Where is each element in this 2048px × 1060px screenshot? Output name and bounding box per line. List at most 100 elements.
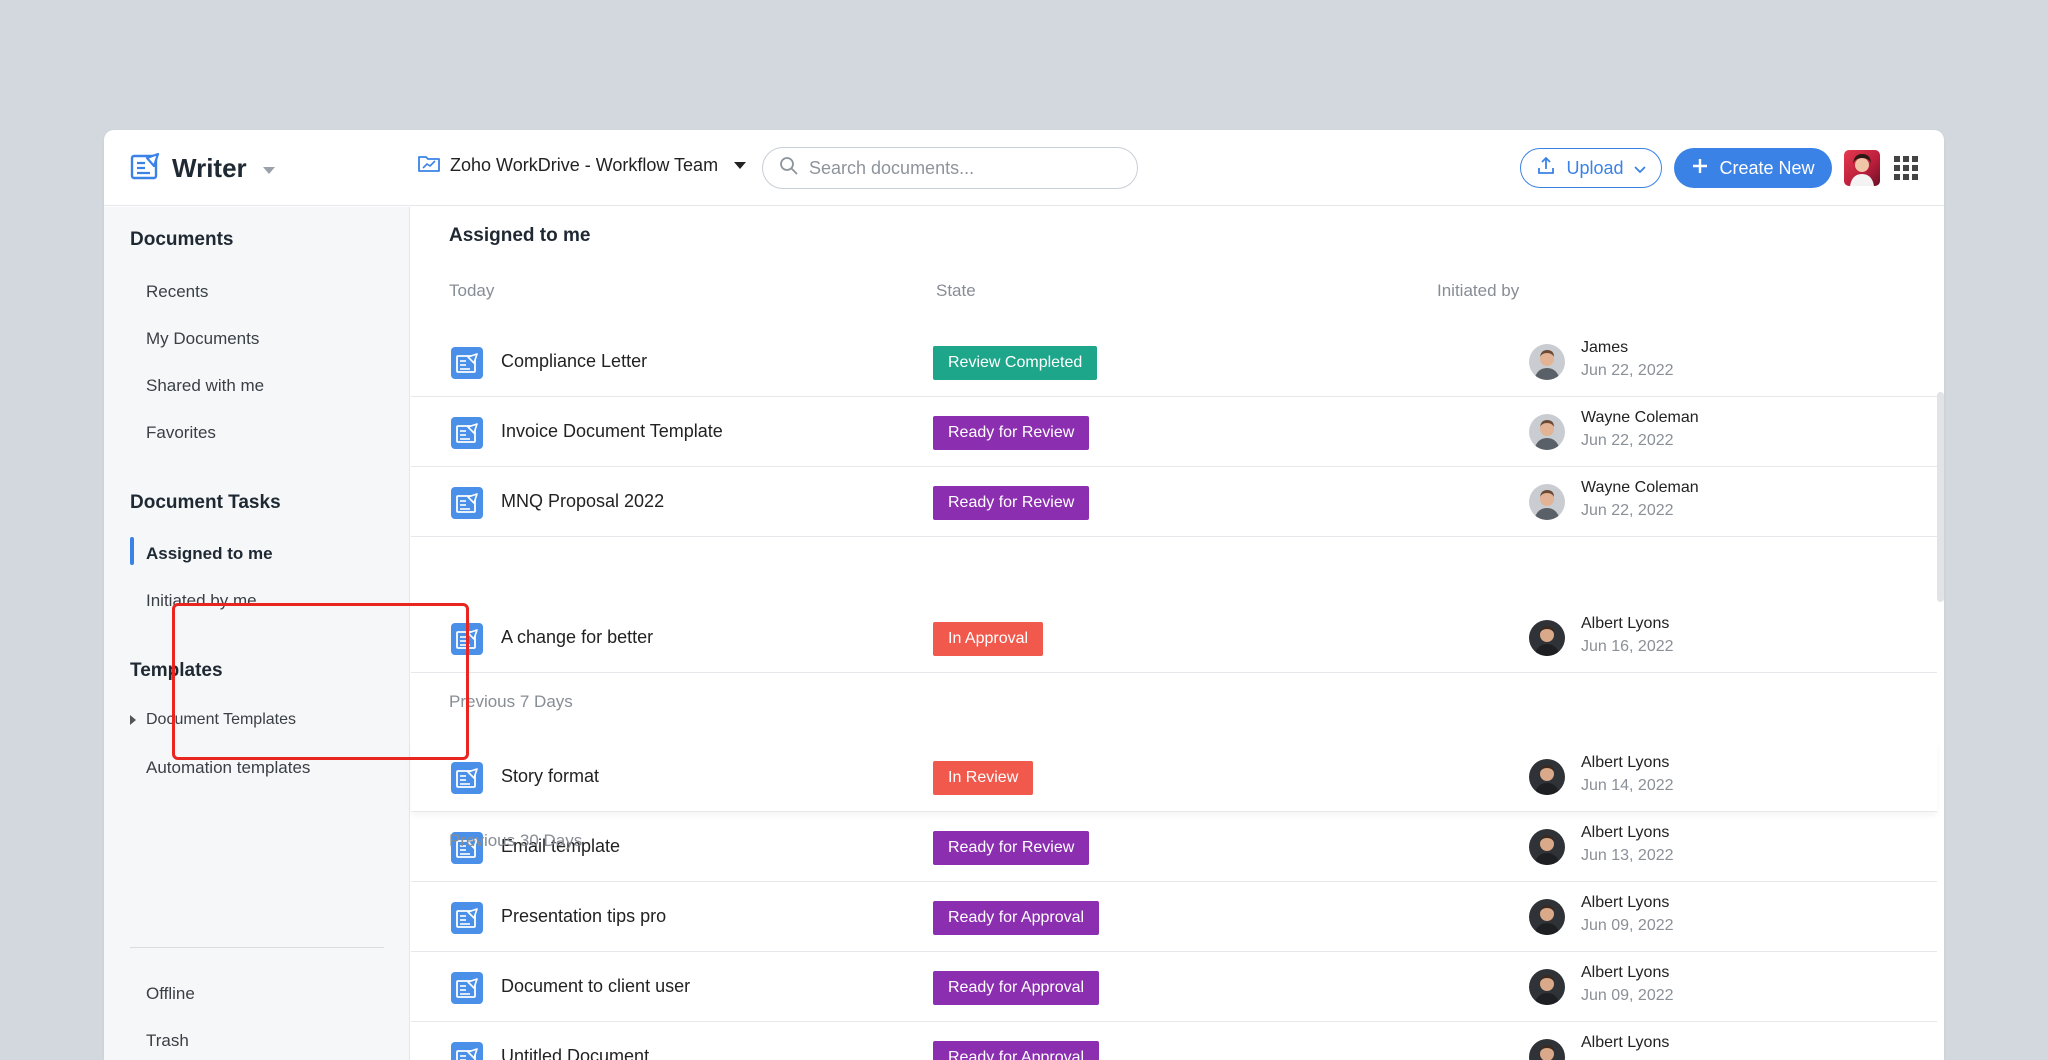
app-name: Writer bbox=[172, 153, 247, 183]
initiator-name: James bbox=[1581, 339, 1629, 356]
sidebar-item-label: Document Templates bbox=[146, 711, 296, 728]
document-name[interactable]: Compliance Letter bbox=[501, 351, 647, 372]
sidebar-item-shared-with-me[interactable]: Shared with me bbox=[146, 376, 264, 396]
table-row[interactable]: Untitled Document Ready for Approval Alber… bbox=[411, 1022, 1937, 1060]
writer-logo-icon bbox=[130, 152, 160, 185]
status-badge: Ready for Review bbox=[933, 831, 1090, 865]
initiated-date: Jun 22, 2022 bbox=[1581, 432, 1674, 449]
column-header-state: State bbox=[936, 281, 976, 300]
upload-label: Upload bbox=[1566, 157, 1624, 178]
sidebar-item-initiated-by-me[interactable]: Initiated by me bbox=[146, 591, 257, 611]
templates-heading: Templates bbox=[130, 660, 223, 681]
group-label-previous-30-days: Previous 30 Days bbox=[449, 831, 583, 850]
status-badge: Ready for Review bbox=[933, 486, 1090, 520]
initiator-name: Albert Lyons bbox=[1581, 964, 1670, 981]
group-label-today: Today bbox=[449, 281, 495, 300]
sidebar-item-document-templates[interactable]: Document Templates bbox=[130, 711, 296, 729]
search-icon bbox=[779, 156, 799, 181]
avatar bbox=[1529, 759, 1565, 795]
status-badge: In Approval bbox=[933, 622, 1044, 656]
document-name[interactable]: Untitled Document bbox=[501, 1046, 649, 1060]
column-header-initiated-by: Initiated by bbox=[1437, 281, 1520, 300]
avatar bbox=[1529, 620, 1565, 656]
workspace-name: Zoho WorkDrive - Workflow Team bbox=[450, 155, 719, 175]
initiator-name: Albert Lyons bbox=[1581, 894, 1670, 911]
avatar bbox=[1529, 1039, 1565, 1060]
table-row[interactable]: Compliance Letter Review Completed James Ju… bbox=[411, 327, 1937, 397]
sidebar-item-trash[interactable]: Trash bbox=[146, 1031, 189, 1051]
initiated-date: Jun 22, 2022 bbox=[1581, 362, 1674, 379]
document-icon bbox=[451, 972, 483, 1004]
top-bar: Writer Zoho WorkDrive - Workflow Team Se… bbox=[104, 130, 1944, 206]
table-row[interactable]: A change for better In Approval Albert Lyo… bbox=[411, 603, 1937, 673]
create-new-button[interactable]: Create New bbox=[1674, 148, 1832, 188]
document-icon bbox=[451, 417, 483, 449]
avatar bbox=[1529, 829, 1565, 865]
table-row[interactable]: MNQ Proposal 2022 Ready for Review Wayne C… bbox=[411, 467, 1937, 537]
group-label-previous-7-days: Previous 7 Days bbox=[449, 692, 573, 711]
avatar bbox=[1529, 899, 1565, 935]
avatar bbox=[1529, 484, 1565, 520]
document-name[interactable]: MNQ Proposal 2022 bbox=[501, 491, 664, 512]
document-icon bbox=[451, 487, 483, 519]
sidebar-item-assigned-to-me[interactable]: Assigned to me bbox=[146, 544, 273, 564]
document-name[interactable]: Story format bbox=[501, 766, 599, 787]
initiated-date: Jun 22, 2022 bbox=[1581, 502, 1674, 519]
initiated-date: Jun 14, 2022 bbox=[1581, 777, 1674, 794]
sidebar-item-my-documents[interactable]: My Documents bbox=[146, 329, 259, 349]
sidebar-item-offline[interactable]: Offline bbox=[146, 984, 195, 1004]
app-switcher[interactable]: Writer bbox=[130, 152, 275, 185]
document-icon bbox=[451, 623, 483, 655]
initiated-date: Jun 09, 2022 bbox=[1581, 987, 1674, 1004]
sidebar-item-recents[interactable]: Recents bbox=[146, 282, 208, 302]
initiator-name: Albert Lyons bbox=[1581, 1034, 1670, 1051]
table-row[interactable]: Document to client user Ready for Approva… bbox=[411, 952, 1937, 1022]
active-indicator bbox=[130, 537, 134, 565]
vertical-scrollbar[interactable] bbox=[1937, 392, 1944, 602]
user-avatar[interactable] bbox=[1844, 150, 1880, 186]
status-badge: Ready for Approval bbox=[933, 1041, 1100, 1060]
status-badge: Review Completed bbox=[933, 346, 1098, 380]
upload-icon bbox=[1536, 156, 1556, 181]
document-name[interactable]: Presentation tips pro bbox=[501, 906, 666, 927]
avatar bbox=[1529, 969, 1565, 1005]
initiator-name: Albert Lyons bbox=[1581, 824, 1670, 841]
avatar bbox=[1529, 344, 1565, 380]
document-icon bbox=[451, 762, 483, 794]
document-tasks-heading: Document Tasks bbox=[130, 492, 281, 513]
workspace-selector[interactable]: Zoho WorkDrive - Workflow Team bbox=[418, 154, 747, 177]
status-badge: Ready for Approval bbox=[933, 971, 1100, 1005]
table-row[interactable]: Story format In Review Albert Lyons Jun 14,… bbox=[411, 742, 1937, 812]
table-row[interactable]: Invoice Document Template Ready for Revie… bbox=[411, 397, 1937, 467]
expand-arrow-icon bbox=[130, 715, 136, 725]
sidebar-item-automation-templates[interactable]: Automation templates bbox=[146, 758, 310, 778]
initiator-name: Albert Lyons bbox=[1581, 615, 1670, 632]
upload-button[interactable]: Upload bbox=[1520, 148, 1662, 188]
document-name[interactable]: A change for better bbox=[501, 627, 653, 648]
chevron-down-icon bbox=[262, 167, 275, 174]
avatar bbox=[1529, 414, 1565, 450]
document-name[interactable]: Invoice Document Template bbox=[501, 421, 723, 442]
main-content: Assigned to me Today State Initiated by … bbox=[411, 207, 1944, 1060]
page-title: Assigned to me bbox=[449, 225, 591, 246]
team-folder-icon bbox=[418, 154, 440, 177]
document-name[interactable]: Document to client user bbox=[501, 976, 690, 997]
initiated-date: Jun 13, 2022 bbox=[1581, 847, 1674, 864]
search-box[interactable] bbox=[762, 147, 1138, 189]
status-badge: Ready for Approval bbox=[933, 901, 1100, 935]
initiated-date: Jun 16, 2022 bbox=[1581, 638, 1674, 655]
document-icon bbox=[451, 1042, 483, 1060]
apps-grid-icon[interactable] bbox=[1894, 156, 1918, 180]
document-icon bbox=[451, 902, 483, 934]
plus-icon bbox=[1691, 157, 1709, 180]
sidebar-divider bbox=[130, 947, 384, 948]
sidebar: Documents Recents My Documents Shared wi… bbox=[104, 207, 410, 1060]
table-row[interactable]: Email template Ready for Review Albert Lyo… bbox=[411, 812, 1937, 882]
search-input[interactable] bbox=[809, 157, 1109, 179]
initiator-name: Albert Lyons bbox=[1581, 754, 1670, 771]
status-badge: Ready for Review bbox=[933, 416, 1090, 450]
status-badge: In Review bbox=[933, 761, 1034, 795]
table-row[interactable]: Presentation tips pro Ready for Approval A… bbox=[411, 882, 1937, 952]
sidebar-item-favorites[interactable]: Favorites bbox=[146, 423, 216, 443]
create-new-label: Create New bbox=[1719, 157, 1815, 178]
